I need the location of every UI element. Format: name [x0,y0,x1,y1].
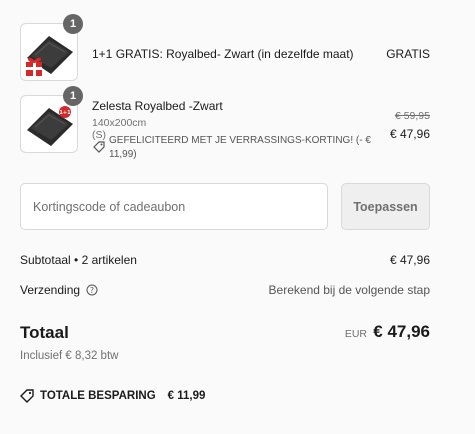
product-thumbnail-1: 1 [20,14,83,81]
product-thumbnail-2: 1+1 1 [20,86,83,153]
item-name: Zelesta Royalbed -Zwart [92,99,223,113]
quantity-badge: 1 [63,86,83,106]
discount-code-input[interactable] [20,183,328,230]
shipping-label: Verzending [20,283,81,297]
savings-label: TOTALE BESPARING [40,390,156,402]
savings-value: € 11,99 [167,390,206,402]
total-value: € 47,96 [373,322,430,341]
item-price: € 47,96 [389,127,430,141]
total-label: Totaal [20,323,69,342]
svg-text:1+1: 1+1 [59,110,71,116]
item-price: GRATIS [386,47,430,61]
tag-icon [93,141,105,153]
apply-discount-button[interactable]: Toepassen [341,183,430,230]
svg-text:?: ? [90,286,94,295]
help-icon[interactable]: ? [86,284,98,296]
subtotal-label: Subtotaal • 2 artikelen [20,253,137,267]
tax-text: Inclusief € 8,32 btw [20,350,119,362]
quantity-badge: 1 [63,14,83,34]
subtotal-value: € 47,96 [389,253,430,267]
discount-message: GEFELICITEERD MET JE VERRASSINGS-KORTING… [109,135,371,160]
shipping-label-wrap: Verzending ? [20,283,98,297]
shipping-value: Berekend bij de volgende stap [268,283,430,297]
item-name: 1+1 GRATIS: Royalbed- Zwart (in dezelfde… [92,47,354,61]
tag-icon [20,389,34,403]
original-price: € 59,95 [394,110,430,122]
total-currency: EUR [344,328,367,340]
total-savings: TOTALE BESPARING € 11,99 [20,389,205,403]
